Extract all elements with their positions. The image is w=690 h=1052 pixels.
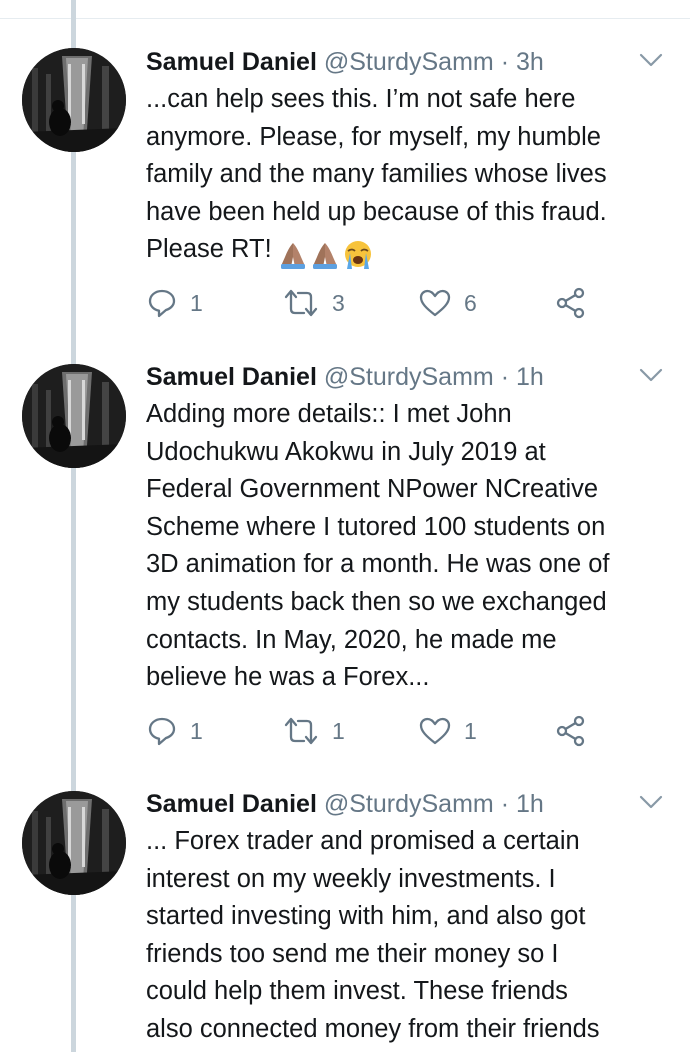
tweet-text: ...can help sees this. I’m not safe here… (146, 81, 681, 273)
author-name[interactable]: Samuel Daniel (146, 790, 317, 818)
retweet-button[interactable]: 1 (282, 713, 345, 749)
like-count: 1 (464, 717, 477, 744)
reply-icon (148, 717, 176, 746)
retweet-icon (284, 717, 318, 745)
reply-count: 1 (190, 289, 203, 316)
tweet-time[interactable]: 3h (516, 48, 544, 76)
share-button[interactable] (554, 285, 588, 321)
tweet-time[interactable]: 1h (516, 790, 544, 818)
tweet-actions: 1 1 1 (146, 713, 606, 749)
separator-dot: · (500, 48, 510, 76)
heart-icon (419, 717, 451, 745)
emoji-group (278, 235, 374, 273)
author-name[interactable]: Samuel Daniel (146, 48, 317, 76)
tweet-text: Adding more details:: I met John Udochuk… (146, 400, 610, 692)
retweet-icon (284, 289, 318, 317)
retweet-button[interactable]: 3 (282, 285, 345, 321)
like-button[interactable]: 6 (418, 285, 477, 321)
tweet-header: Samuel Daniel @SturdySamm · 1h (146, 786, 544, 822)
reply-button[interactable]: 1 (146, 285, 203, 321)
author-handle[interactable]: @SturdySamm (324, 48, 494, 76)
share-icon (556, 715, 585, 747)
retweet-count: 1 (332, 717, 345, 744)
chevron-down-icon[interactable] (638, 792, 664, 812)
reply-button[interactable]: 1 (146, 713, 203, 749)
author-handle[interactable]: @SturdySamm (324, 363, 494, 391)
heart-icon (419, 289, 451, 317)
folded-hands-emoji (312, 242, 337, 269)
tweet-body: ...can help sees this. I’m not safe here… (146, 85, 607, 264)
tweet-actions: 1 3 6 (146, 285, 606, 321)
avatar[interactable] (22, 791, 126, 895)
share-icon (556, 287, 585, 319)
like-button[interactable]: 1 (418, 713, 477, 749)
like-count: 6 (464, 289, 477, 316)
chevron-down-icon[interactable] (638, 365, 664, 385)
folded-hands-emoji (280, 242, 305, 269)
top-divider (0, 18, 690, 19)
tweet-header: Samuel Daniel @SturdySamm · 1h (146, 359, 544, 395)
tweet-header: Samuel Daniel @SturdySamm · 3h (146, 44, 544, 80)
separator-dot: · (500, 363, 510, 391)
retweet-count: 3 (332, 289, 345, 316)
author-name[interactable]: Samuel Daniel (146, 363, 317, 391)
chevron-down-icon[interactable] (638, 50, 664, 70)
author-handle[interactable]: @SturdySamm (324, 790, 494, 818)
reply-icon (148, 289, 176, 318)
separator-dot: · (500, 790, 510, 818)
tweet-text: ... Forex trader and promised a certain … (146, 827, 600, 1043)
tweet-time[interactable]: 1h (516, 363, 544, 391)
avatar[interactable] (22, 364, 126, 468)
avatar[interactable] (22, 48, 126, 152)
reply-count: 1 (190, 717, 203, 744)
share-button[interactable] (554, 713, 588, 749)
loudly-crying-face-emoji (344, 240, 371, 269)
